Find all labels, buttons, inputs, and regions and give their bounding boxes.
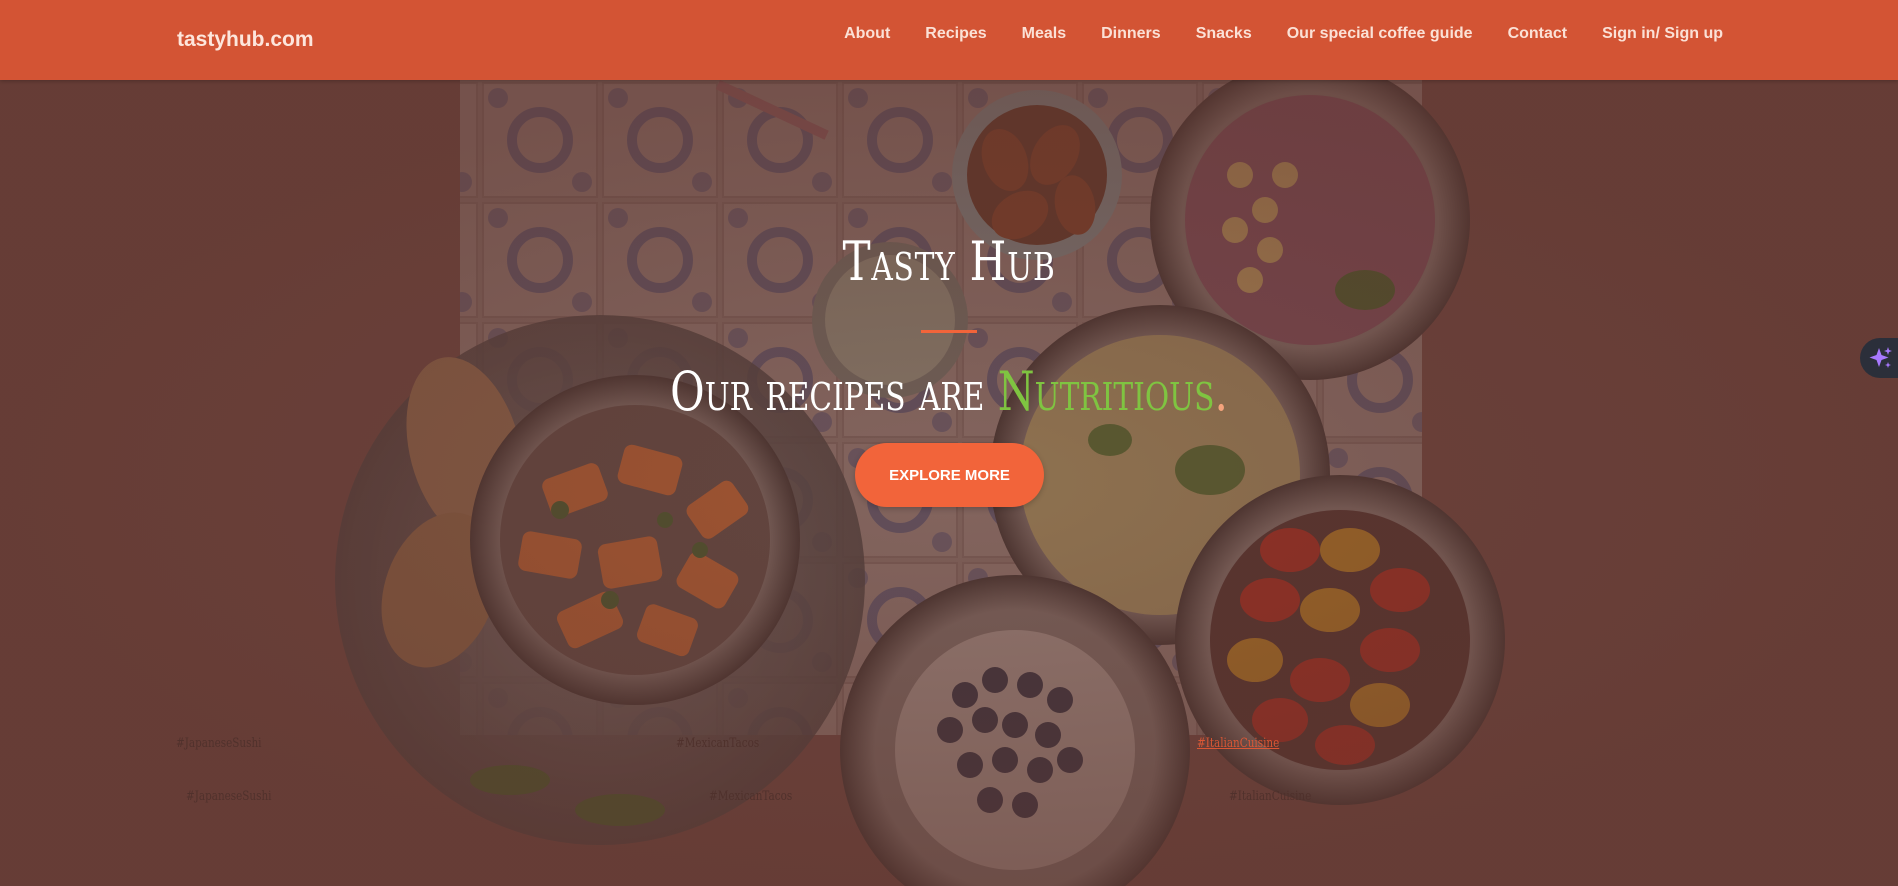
nav-recipes[interactable]: Recipes bbox=[925, 25, 986, 43]
nav-dinners[interactable]: Dinners bbox=[1101, 25, 1161, 43]
nav-coffee-guide[interactable]: Our special coffee guide bbox=[1287, 25, 1473, 43]
sparkle-icon bbox=[1869, 347, 1892, 368]
hashtag-link[interactable]: #JapaneseSushi bbox=[176, 736, 261, 751]
title-divider bbox=[921, 330, 977, 333]
hashtag-link[interactable]: #JapaneseSushi bbox=[186, 789, 271, 804]
top-navbar: tastyhub.com About Recipes Meals Dinners… bbox=[0, 0, 1898, 80]
nav-meals[interactable]: Meals bbox=[1022, 25, 1066, 43]
hero-title: Tasty Hub bbox=[842, 230, 1056, 293]
nav-contact[interactable]: Contact bbox=[1508, 25, 1568, 43]
main-nav: About Recipes Meals Dinners Snacks Our s… bbox=[844, 25, 1723, 43]
hero-tagline: Our recipes are Nutritious. bbox=[209, 360, 1689, 423]
hashtag-link[interactable]: #ItalianCuisine bbox=[1229, 789, 1311, 804]
hashtag-link-active[interactable]: #ItalianCuisine bbox=[1197, 736, 1279, 751]
hashtag-link[interactable]: #MexicanTacos bbox=[676, 736, 759, 751]
nav-snacks[interactable]: Snacks bbox=[1196, 25, 1252, 43]
tagline-suffix: . bbox=[1214, 360, 1228, 423]
brand-logo-link[interactable]: tastyhub.com bbox=[177, 28, 314, 52]
tagline-highlight: Nutritious bbox=[997, 360, 1215, 423]
assistant-widget-button[interactable] bbox=[1860, 338, 1898, 378]
tagline-prefix: Our recipes are bbox=[670, 360, 998, 423]
hashtag-link[interactable]: #MexicanTacos bbox=[709, 789, 792, 804]
nav-about[interactable]: About bbox=[844, 25, 890, 43]
hero-section: Tasty Hub Our recipes are Nutritious. EX… bbox=[0, 80, 1898, 886]
explore-more-button[interactable]: EXPLORE MORE bbox=[855, 443, 1044, 507]
nav-sign-in[interactable]: Sign in/ Sign up bbox=[1602, 25, 1723, 43]
